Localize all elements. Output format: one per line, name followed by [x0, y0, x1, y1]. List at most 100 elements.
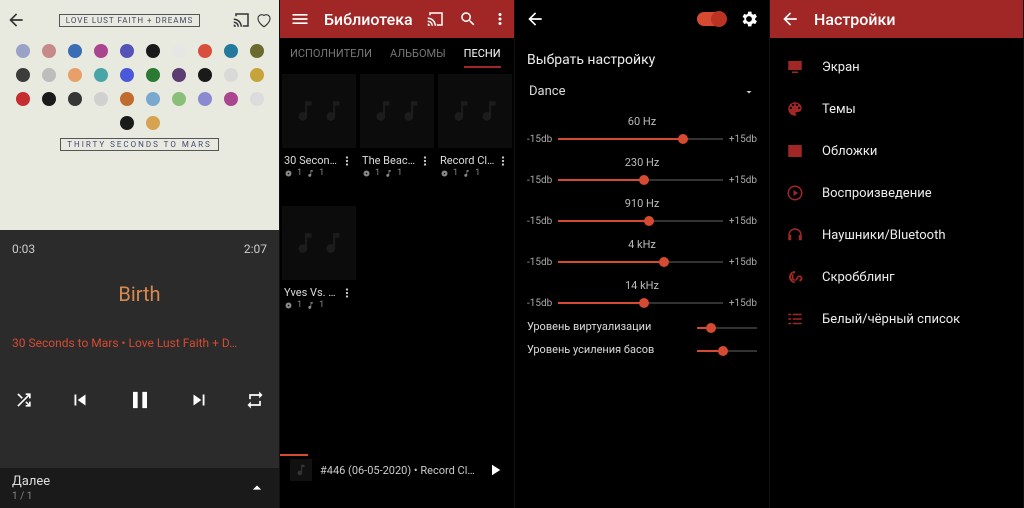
bass-boost-slider[interactable]	[697, 344, 757, 356]
settings-item-monitor[interactable]: Экран	[770, 46, 1023, 88]
song-item[interactable]: The Beac…11	[360, 74, 434, 178]
album-dot	[224, 44, 238, 58]
song-more-icon[interactable]	[418, 154, 432, 168]
album-dot	[16, 68, 30, 82]
song-more-icon[interactable]	[340, 286, 354, 300]
music-note-icon	[476, 98, 502, 124]
album-dot	[146, 116, 160, 130]
eq-band: 910 Hz -15db +15db	[527, 197, 757, 228]
pause-icon[interactable]	[126, 386, 154, 414]
settings-item-play-circle[interactable]: Воспроизведение	[770, 172, 1023, 214]
tab-artists[interactable]: ИСПОЛНИТЕЛИ	[290, 47, 372, 60]
album-dots	[0, 30, 279, 138]
settings-item-label: Наушники/Bluetooth	[822, 228, 946, 243]
album-dot	[146, 92, 160, 106]
album-dot	[120, 116, 134, 130]
back-icon[interactable]	[780, 9, 800, 29]
settings-item-palette[interactable]: Темы	[770, 88, 1023, 130]
album-art: LOVE LUST FAITH + DREAMS THIRTY SECONDS …	[0, 0, 279, 230]
preset-dropdown[interactable]: Dance	[527, 78, 757, 105]
next-up-bar[interactable]: Далее 1 / 1	[0, 468, 279, 508]
settings-item-list[interactable]: Белый/чёрный список	[770, 298, 1023, 340]
song-art	[282, 206, 356, 280]
search-icon[interactable]	[459, 10, 477, 28]
time-total: 2:07	[244, 242, 267, 256]
band-slider[interactable]	[558, 255, 723, 269]
music-note-icon	[292, 98, 318, 124]
band-slider[interactable]	[558, 173, 723, 187]
song-item[interactable]: 30 Secon…11	[282, 74, 356, 178]
band-max: +15db	[729, 257, 757, 268]
band-slider[interactable]	[558, 214, 723, 228]
album-dot	[172, 68, 186, 82]
song-more-icon[interactable]	[340, 154, 354, 168]
palette-icon	[786, 100, 804, 118]
band-freq: 910 Hz	[527, 197, 757, 210]
settings-item-label: Воспроизведение	[822, 186, 932, 201]
image-icon	[786, 142, 804, 160]
album-dot	[94, 44, 108, 58]
album-dot	[42, 68, 56, 82]
song-item[interactable]: Record Cl…11	[438, 74, 512, 178]
shuffle-icon[interactable]	[14, 390, 34, 410]
settings-item-headphones[interactable]: Наушники/Bluetooth	[770, 214, 1023, 256]
heart-icon[interactable]	[255, 11, 273, 29]
play-icon[interactable]	[486, 461, 504, 479]
song-more-icon[interactable]	[496, 154, 510, 168]
song-art	[438, 74, 512, 148]
track-subtitle: 30 Seconds to Mars • Love Lust Faith + D…	[12, 336, 267, 350]
gear-icon[interactable]	[739, 9, 759, 29]
tab-albums[interactable]: АЛЬБОМЫ	[390, 47, 446, 60]
settings-item-lastfm[interactable]: Скробблинг	[770, 256, 1023, 298]
prev-icon[interactable]	[69, 389, 91, 411]
settings-item-image[interactable]: Обложки	[770, 130, 1023, 172]
repeat-icon[interactable]	[245, 390, 265, 410]
song-item[interactable]: Yves Vs. …11	[282, 206, 356, 310]
back-icon[interactable]	[525, 9, 545, 29]
library-tabs: ИСПОЛНИТЕЛИ АЛЬБОМЫ ПЕСНИ	[280, 38, 514, 68]
settings-item-label: Белый/чёрный список	[822, 312, 960, 327]
band-max: +15db	[729, 298, 757, 309]
preset-value: Dance	[529, 84, 565, 99]
album-dot	[198, 68, 212, 82]
next-icon[interactable]	[188, 389, 210, 411]
cast-icon[interactable]	[427, 10, 445, 28]
song-name: Record Cl…	[440, 154, 494, 167]
song-name: The Beac…	[362, 154, 415, 167]
virtualization-slider[interactable]	[697, 321, 757, 333]
song-name: Yves Vs. …	[284, 286, 336, 299]
band-slider[interactable]	[558, 132, 723, 146]
song-meta: 11	[438, 168, 512, 178]
chevron-up-icon[interactable]	[247, 478, 267, 498]
tab-songs[interactable]: ПЕСНИ	[464, 47, 501, 60]
band-min: -15db	[527, 216, 552, 227]
eq-bands: 60 Hz-15db+15db230 Hz-15db+15db910 Hz-15…	[527, 115, 757, 310]
music-note-icon	[292, 230, 318, 256]
album-dot	[68, 68, 82, 82]
library-appbar: Библиотека	[280, 0, 514, 38]
time-elapsed: 0:03	[12, 242, 35, 256]
album-dot	[146, 44, 160, 58]
album-dot	[172, 92, 186, 106]
more-icon[interactable]	[491, 10, 509, 28]
eq-band: 4 kHz-15db+15db	[527, 238, 757, 269]
band-freq: 14 kHz	[527, 279, 757, 292]
headphones-icon	[786, 226, 804, 244]
menu-icon[interactable]	[290, 9, 310, 29]
band-max: +15db	[729, 216, 757, 227]
cast-icon[interactable]	[233, 11, 251, 29]
monitor-icon	[786, 58, 804, 76]
library-pane: Библиотека ИСПОЛНИТЕЛИ АЛЬБОМЫ ПЕСНИ 30 …	[280, 0, 515, 508]
band-slider[interactable]	[558, 296, 723, 310]
songs-grid: 30 Secon…11The Beac…11Record Cl…11Yves V…	[280, 68, 514, 316]
back-icon[interactable]	[6, 10, 26, 30]
track-title: Birth	[12, 282, 267, 306]
song-name: 30 Secon…	[284, 154, 337, 167]
music-note-icon	[398, 98, 424, 124]
album-dot	[250, 44, 264, 58]
eq-toggle[interactable]	[697, 12, 725, 26]
mini-player[interactable]: #446 (06-05-2020) • Record Club	[280, 456, 514, 484]
settings-item-label: Обложки	[822, 144, 877, 159]
band-freq: 4 kHz	[527, 238, 757, 251]
settings-list: ЭкранТемы Обложки Воспроизведение Наушники/…	[770, 38, 1023, 340]
